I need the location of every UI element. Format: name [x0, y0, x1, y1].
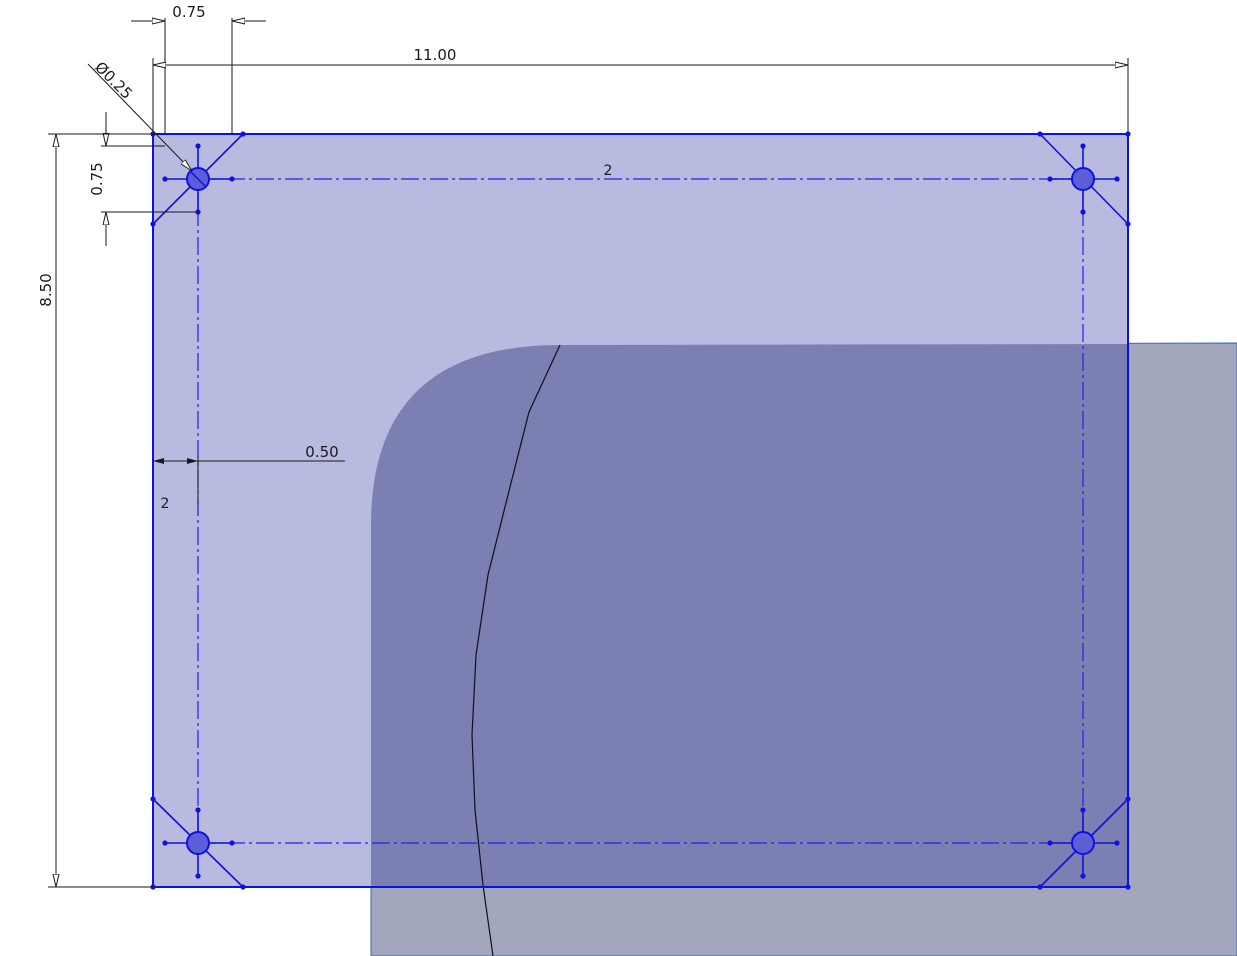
- dim-hole-diameter-label[interactable]: Ø0.25: [91, 58, 136, 103]
- dim-hole-offset-y-label[interactable]: 0.75: [88, 162, 106, 195]
- relation-tag-left[interactable]: 2: [161, 496, 170, 512]
- dim-edge-offset-label[interactable]: 0.50: [305, 443, 338, 461]
- graphics-viewport[interactable]: 0.75 11.00 Ø0.25 0.75 8.50 0.50 2 2: [0, 0, 1237, 956]
- dim-hole-offset-x[interactable]: 0.75: [131, 3, 266, 134]
- relation-tag-top[interactable]: 2: [604, 163, 613, 179]
- dim-overall-width-label[interactable]: 11.00: [414, 46, 457, 64]
- dim-hole-offset-x-label[interactable]: 0.75: [172, 3, 205, 21]
- dim-overall-height[interactable]: 8.50: [37, 133, 153, 888]
- overlap-region: [371, 344, 1128, 887]
- sketch-canvas[interactable]: 0.75 11.00 Ø0.25 0.75 8.50 0.50 2 2: [0, 0, 1237, 956]
- dim-overall-width[interactable]: 11.00: [152, 46, 1129, 134]
- dim-overall-height-label[interactable]: 8.50: [37, 273, 55, 306]
